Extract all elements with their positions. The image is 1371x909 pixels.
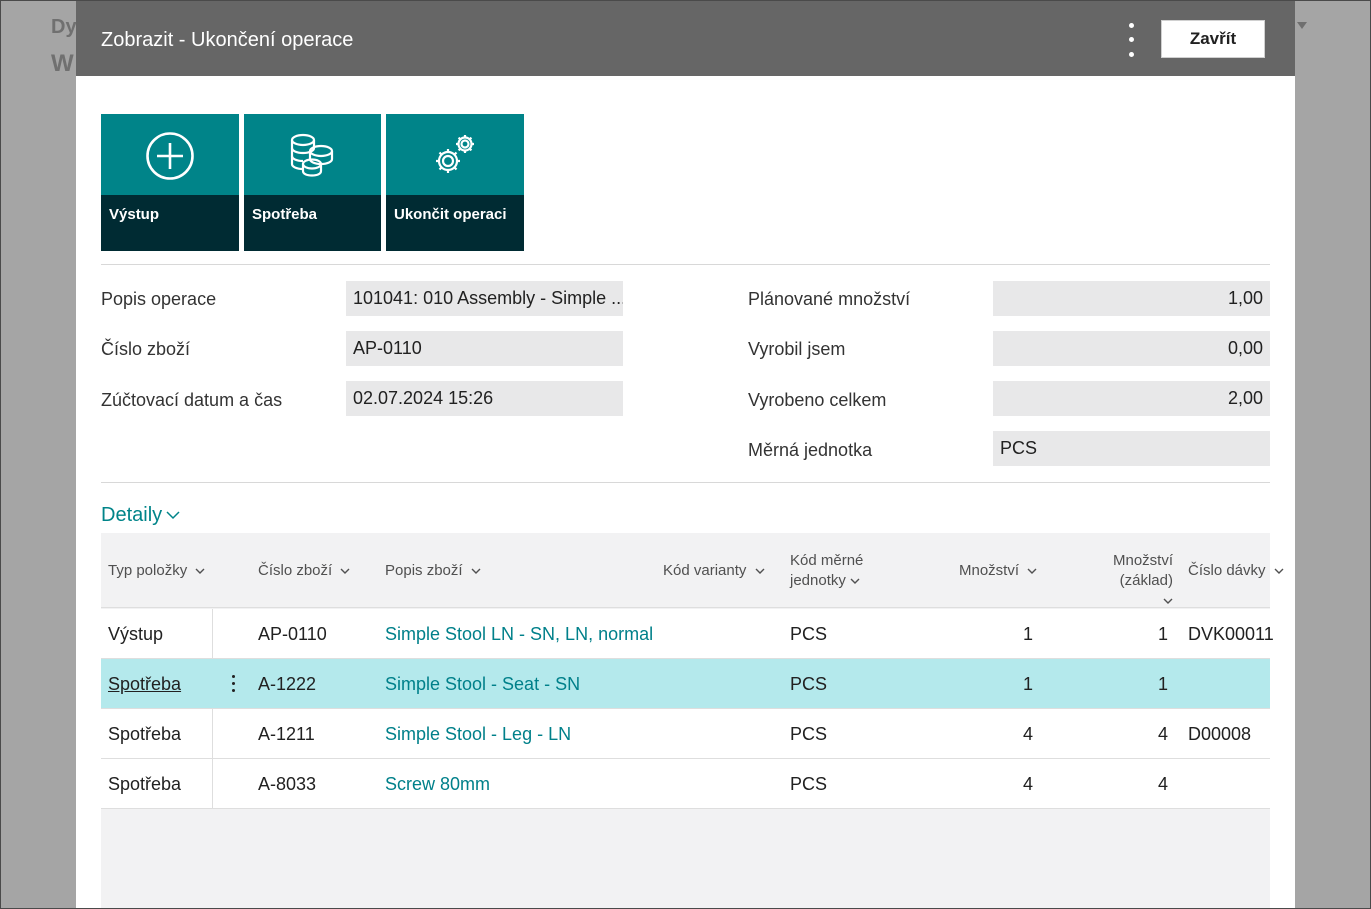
table-row[interactable]: Výstup AP-0110 Simple Stool LN - SN, LN,… <box>101 609 1274 659</box>
cell-mnozstvi: 1 <box>1022 623 1033 644</box>
cell-mj: PCS <box>790 673 828 694</box>
details-toggle[interactable]: Detaily <box>101 504 180 527</box>
dialog-header: Zobrazit - Ukončení operace Zavřít <box>76 0 1295 76</box>
lines-grid: Typ položky Číslo zboží Popis zboží Kód … <box>101 533 1284 909</box>
cell-mnozstvi-zaklad: 4 <box>1157 773 1168 794</box>
field-label-merna-jednotka: Měrná jednotka <box>748 440 873 460</box>
column-header-mnozstvi[interactable]: Množství <box>959 561 1037 581</box>
field-merna-jednotka[interactable]: PCS <box>993 431 1270 466</box>
cell-typ[interactable]: Spotřeba <box>108 709 181 759</box>
background-subtitle: W <box>51 50 74 77</box>
details-label: Detaily <box>101 504 163 526</box>
field-cislo-zbozi[interactable]: AP-0110 <box>346 331 623 366</box>
close-button[interactable]: Zavřít <box>1161 20 1265 58</box>
cell-popis[interactable]: Simple Stool - Seat - SN <box>385 659 580 709</box>
table-row[interactable]: Spotřeba A-8033 Screw 80mm PCS 4 4 <box>101 759 1270 809</box>
cell-typ[interactable]: Spotřeba <box>108 659 181 709</box>
field-vyrobeno-celkem[interactable]: 2,00 <box>993 381 1270 416</box>
chevron-down-icon <box>1163 598 1173 604</box>
chevron-down-icon <box>850 578 860 584</box>
chevron-down-icon <box>340 568 350 574</box>
cell-mnozstvi: 4 <box>1022 773 1033 794</box>
cell-typ[interactable]: Výstup <box>108 609 163 659</box>
chevron-down-icon <box>1027 568 1037 574</box>
more-options-icon[interactable] <box>1119 20 1143 60</box>
tile-vystup[interactable]: Výstup <box>101 114 239 251</box>
cell-mj: PCS <box>790 623 828 644</box>
chevron-down-icon <box>755 568 765 574</box>
column-header-davka[interactable]: Číslo dávky <box>1188 561 1284 581</box>
field-zuctovaci-datum[interactable]: 02.07.2024 15:26 <box>346 381 623 416</box>
column-header-typ[interactable]: Typ položky <box>108 561 205 581</box>
cell-cislo: A-1222 <box>258 673 317 694</box>
tile-label: Ukončit operaci <box>394 206 507 223</box>
cell-mnozstvi-zaklad: 1 <box>1157 623 1168 644</box>
plus-circle-icon <box>101 114 239 195</box>
cell-mnozstvi-zaklad: 4 <box>1157 723 1168 744</box>
tile-spotreba[interactable]: Spotřeba <box>244 114 381 251</box>
column-header-mnozstvi-zaklad[interactable]: Množství (základ) <box>1058 551 1173 611</box>
field-label-planovane-mnozstvi: Plánované množství <box>748 289 911 309</box>
background-chevron-down-icon <box>1297 22 1307 29</box>
field-planovane-mnozstvi[interactable]: 1,00 <box>993 281 1270 316</box>
chevron-down-icon <box>195 568 205 574</box>
field-label-zuctovaci-datum: Zúčtovací datum a čas <box>101 390 283 410</box>
cell-mj: PCS <box>790 723 828 744</box>
chevron-down-icon <box>166 511 180 520</box>
field-label-cislo-zbozi: Číslo zboží <box>101 339 191 359</box>
chevron-down-icon <box>471 568 481 574</box>
column-header-kod-mj[interactable]: Kód měrné jednotky <box>790 551 863 591</box>
cell-mnozstvi: 1 <box>1022 673 1033 694</box>
cell-mnozstvi-zaklad: 1 <box>1157 673 1168 694</box>
coins-icon <box>244 114 381 195</box>
cell-typ[interactable]: Spotřeba <box>108 759 181 809</box>
field-label-popis-operace: Popis operace <box>101 289 217 309</box>
cell-cislo: A-1211 <box>258 723 315 744</box>
dialog-title: Zobrazit - Ukončení operace <box>101 29 354 51</box>
background-title: Dy <box>51 16 77 38</box>
column-header-popis[interactable]: Popis zboží <box>385 561 481 581</box>
column-header-cislo[interactable]: Číslo zboží <box>258 561 350 581</box>
table-row[interactable]: Spotřeba A-1211 Simple Stool - Leg - LN … <box>101 709 1270 759</box>
tile-label: Spotřeba <box>252 206 318 223</box>
divider <box>101 482 1270 483</box>
cell-popis[interactable]: Simple Stool - Leg - LN <box>385 709 571 759</box>
field-vyrobil-jsem[interactable]: 0,00 <box>993 331 1270 366</box>
cell-popis[interactable]: Screw 80mm <box>385 759 490 809</box>
tile-label: Výstup <box>109 206 160 223</box>
cell-mnozstvi: 4 <box>1022 723 1033 744</box>
cell-davka: DVK00011 <box>1188 623 1274 644</box>
table-row-selected[interactable]: Spotřeba A-1222 Simple Stool - Seat - SN… <box>101 659 1270 709</box>
field-label-vyrobil-jsem: Vyrobil jsem <box>748 339 846 359</box>
field-label-vyrobeno-celkem: Vyrobeno celkem <box>748 390 887 410</box>
row-more-options-icon[interactable] <box>231 673 237 695</box>
grid-header: Typ položky Číslo zboží Popis zboží Kód … <box>101 533 1284 611</box>
divider <box>101 264 1270 265</box>
chevron-down-icon <box>1274 568 1284 574</box>
cell-davka: D00008 <box>1188 723 1252 744</box>
cell-mj: PCS <box>790 773 828 794</box>
cell-cislo: A-8033 <box>258 773 317 794</box>
tile-ukoncit-operaci[interactable]: Ukončit operaci <box>386 114 524 251</box>
cell-cislo: AP-0110 <box>258 623 327 644</box>
cell-popis[interactable]: Simple Stool LN - SN, LN, normal <box>385 609 653 659</box>
dialog: Zobrazit - Ukončení operace Zavřít Výstu… <box>76 0 1295 909</box>
column-header-varianta[interactable]: Kód varianty <box>663 561 765 581</box>
field-popis-operace[interactable]: 101041: 010 Assembly - Simple ... <box>346 281 623 316</box>
gears-icon <box>386 114 524 195</box>
